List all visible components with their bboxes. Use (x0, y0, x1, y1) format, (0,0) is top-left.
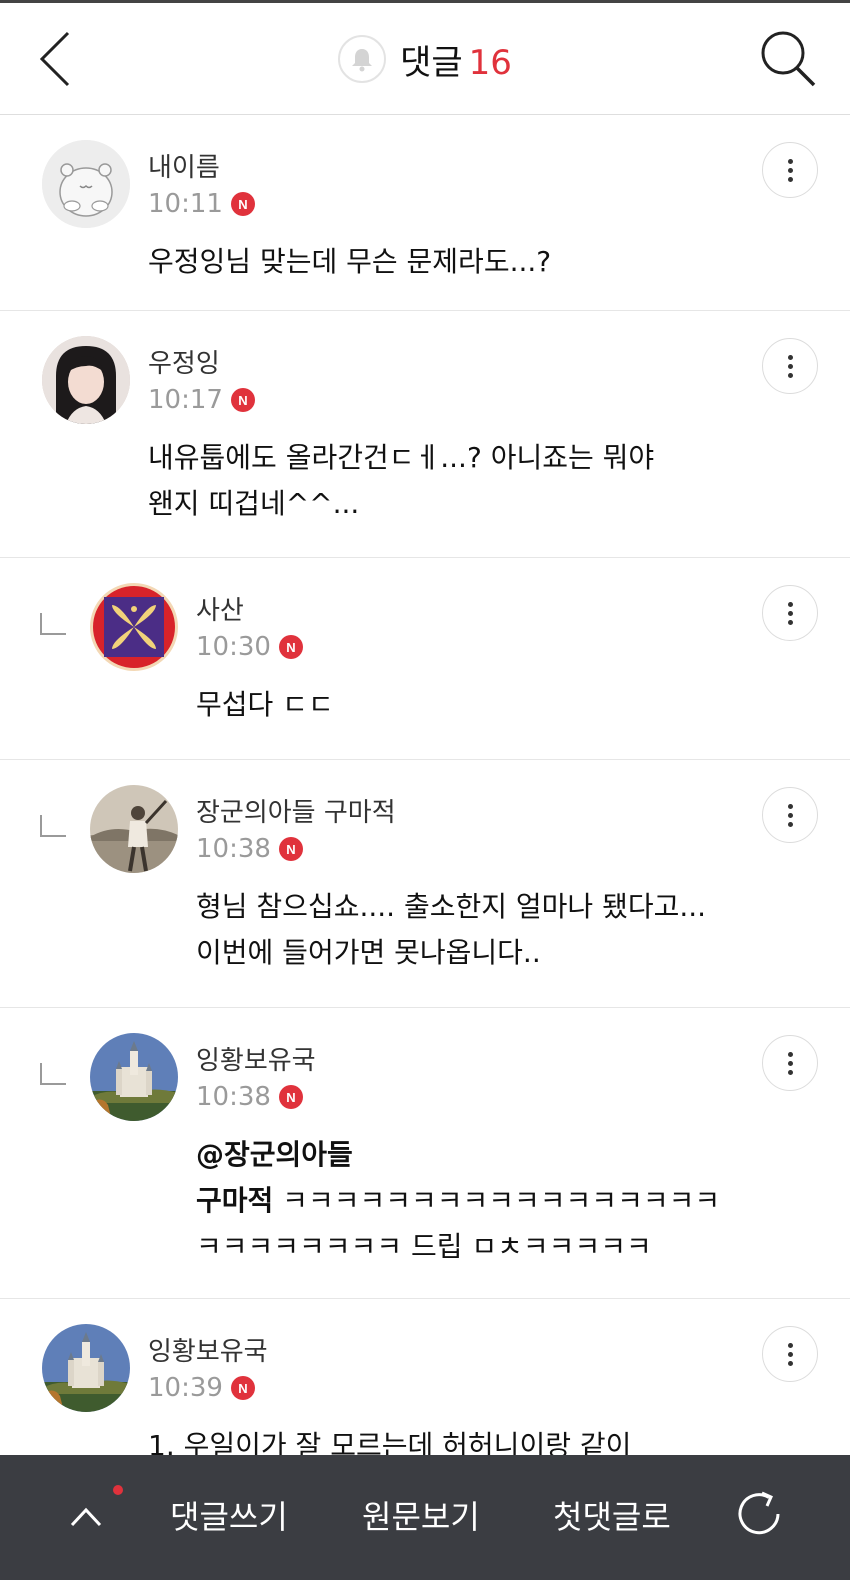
new-badge: N (278, 1085, 303, 1109)
comment-item: 잉황보유국 10:39 N 1. 우일이가 잘 모르는데 허허니이랑 같이 (0, 1299, 850, 1455)
more-dot (787, 1051, 793, 1057)
comment-author[interactable]: 우정잉 (148, 343, 220, 380)
more-dot (787, 1060, 793, 1066)
avatar[interactable] (42, 1324, 130, 1412)
hamster-icon (42, 140, 130, 228)
more-options-button[interactable] (762, 1326, 818, 1382)
comment-text: 내유툽에도 올라간건ㄷㅔ...? 아니죠는 뭐야 왠지 띠겁네^^... (148, 441, 655, 520)
reply-indicator-icon (40, 613, 66, 635)
avatar[interactable] (42, 336, 130, 424)
more-dot (787, 176, 793, 182)
search-icon (761, 31, 816, 87)
more-options-button[interactable] (762, 787, 818, 843)
comment-time: 10:11 (148, 189, 223, 219)
comment-time: 10:17 (148, 385, 223, 415)
castle-icon (42, 1324, 130, 1412)
comment-item: 우정잉 10:17 N 내유툽에도 올라간건ㄷㅔ...? 아니죠는 뭐야 왠지 … (0, 311, 850, 558)
woman-photo-icon (42, 336, 130, 424)
header: 댓글 16 (0, 3, 850, 115)
comment-author[interactable]: 잉황보유국 (148, 1331, 268, 1368)
comment-text: @장군의아들 구마적 ㅋㅋㅋㅋㅋㅋㅋㅋㅋㅋㅋㅋㅋㅋㅋㅋㅋ ㅋㅋㅋㅋㅋㅋㅋㅋ 드립… (196, 1132, 720, 1270)
more-dot (787, 363, 793, 369)
comment-time: 10:38 (196, 1082, 271, 1112)
new-badge: N (230, 192, 255, 216)
more-dot (787, 1351, 793, 1357)
emblem-icon (90, 583, 178, 671)
more-dot (787, 619, 793, 625)
comment-list[interactable]: 내이름 10:11 N 우정잉님 맞는데 무슨 문제라도...? 우정잉 10:… (0, 115, 850, 1455)
new-badge: N (230, 1376, 255, 1400)
comment-item: 내이름 10:11 N 우정잉님 맞는데 무슨 문제라도...? (0, 115, 850, 311)
avatar[interactable] (90, 1033, 178, 1121)
comment-count: 16 (468, 42, 512, 83)
comment-meta: 10:17 N (148, 385, 255, 415)
more-options-button[interactable] (762, 1035, 818, 1091)
comment-meta: 10:39 N (148, 1373, 255, 1403)
more-options-button[interactable] (762, 585, 818, 641)
scroll-top-button[interactable] (60, 1485, 120, 1545)
comment-time: 10:38 (196, 834, 271, 864)
more-dot (787, 821, 793, 827)
avatar[interactable] (42, 140, 130, 228)
write-comment-button[interactable]: 댓글쓰기 (170, 1485, 288, 1545)
comment-item: 잉황보유국 10:38 N @장군의아들 구마적 ㅋㅋㅋㅋㅋㅋㅋㅋㅋㅋㅋㅋㅋㅋㅋ… (0, 1008, 850, 1299)
comment-text: 무섭다 ㄷㄷ (196, 688, 334, 721)
page-title: 댓글 16 (400, 35, 512, 84)
first-comment-button[interactable]: 첫댓글로 (553, 1485, 671, 1545)
more-dot (787, 1069, 793, 1075)
bottom-action-bar: 댓글쓰기 원문보기 첫댓글로 (0, 1455, 850, 1580)
more-dot (787, 803, 793, 809)
refresh-icon (738, 1491, 780, 1535)
view-original-button[interactable]: 원문보기 (362, 1485, 480, 1545)
new-badge: N (278, 837, 303, 861)
comment-item: 사산 10:30 N 무섭다 ㄷㄷ (0, 558, 850, 760)
more-options-button[interactable] (762, 338, 818, 394)
comment-author[interactable]: 내이름 (148, 147, 220, 184)
header-title: 댓글 16 (0, 31, 850, 87)
refresh-button[interactable] (726, 1481, 792, 1547)
more-dot (787, 812, 793, 818)
comment-author[interactable]: 장군의아들 구마적 (196, 792, 396, 829)
comment-meta: 10:38 N (196, 834, 303, 864)
search-button[interactable] (756, 25, 822, 91)
comment-item: 장군의아들 구마적 10:38 N 형님 참으십쇼.... 출소한지 얼마나 됐… (0, 760, 850, 1008)
comment-text: 1. 우일이가 잘 모르는데 허허니이랑 같이 (148, 1429, 632, 1455)
castle-icon (90, 1033, 178, 1121)
vintage-photo-icon (90, 785, 178, 873)
comment-text: 우정잉님 맞는데 무슨 문제라도...? (148, 245, 552, 278)
notification-dot (113, 1485, 123, 1495)
notification-bell-button[interactable] (338, 35, 387, 83)
more-dot (787, 167, 793, 173)
more-dot (787, 1360, 793, 1366)
more-dot (787, 354, 793, 360)
more-dot (787, 372, 793, 378)
comment-text: 형님 참으십쇼.... 출소한지 얼마나 됐다고... 이번에 들어가면 못나옵… (196, 890, 707, 969)
comment-text-body: ㅋㅋㅋㅋㅋㅋㅋㅋㅋㅋㅋㅋㅋㅋㅋㅋㅋ ㅋㅋㅋㅋㅋㅋㅋㅋ 드립 ㅁㅊㅋㅋㅋㅋㅋ (196, 1184, 721, 1263)
comment-author[interactable]: 사산 (196, 590, 244, 627)
new-badge: N (278, 635, 303, 659)
comment-meta: 10:30 N (196, 632, 303, 662)
comment-time: 10:39 (148, 1373, 223, 1403)
bell-icon (352, 49, 373, 72)
comment-author[interactable]: 잉황보유국 (196, 1040, 316, 1077)
comment-meta: 10:38 N (196, 1082, 303, 1112)
comment-time: 10:30 (196, 632, 271, 662)
comment-meta: 10:11 N (148, 189, 255, 219)
avatar[interactable] (90, 785, 178, 873)
avatar[interactable] (90, 583, 178, 671)
more-dot (787, 1342, 793, 1348)
reply-indicator-icon (40, 1063, 66, 1085)
more-dot (787, 158, 793, 164)
more-dot (787, 601, 793, 607)
more-options-button[interactable] (762, 142, 818, 198)
more-dot (787, 610, 793, 616)
chevron-up-icon (70, 1507, 102, 1527)
reply-indicator-icon (40, 815, 66, 837)
page-title-label: 댓글 (400, 42, 463, 83)
new-badge: N (230, 388, 255, 412)
